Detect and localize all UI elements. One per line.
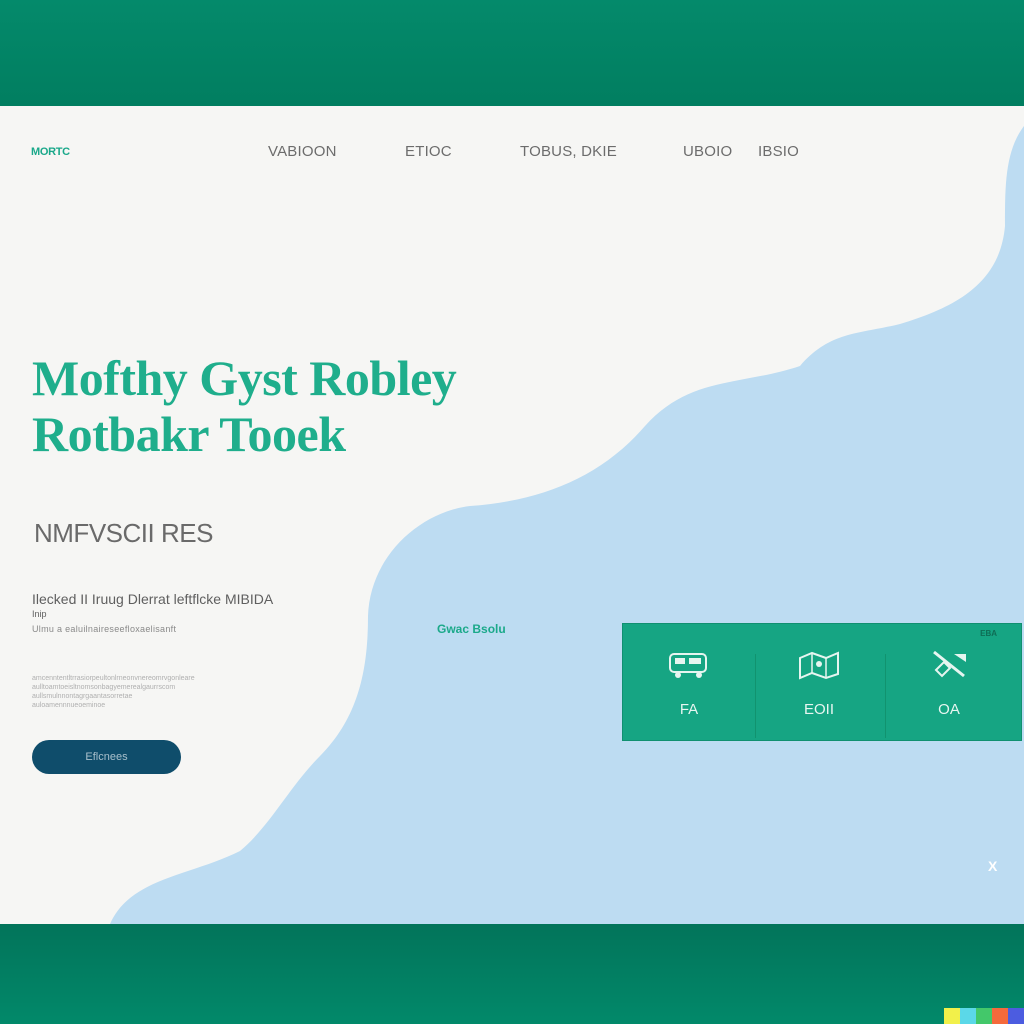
- brand-logo[interactable]: MORTC: [31, 146, 70, 158]
- panel-item-label: EOII: [803, 701, 834, 718]
- nav-item-1[interactable]: VABIOON: [268, 143, 337, 160]
- nav-item-2[interactable]: ETIOC: [405, 143, 452, 160]
- panel-item-1[interactable]: FA: [625, 634, 753, 734]
- lead-text: Ilecked II Iruug Dlerrat leftflcke MIBID…: [32, 592, 342, 622]
- panel-item-2[interactable]: EOII: [755, 634, 883, 734]
- nav-item-4[interactable]: UBOIO: [683, 143, 732, 160]
- panel-item-label: FA: [679, 701, 699, 718]
- lead-line: Ilecked II Iruug Dlerrat leftflcke MIBID…: [32, 591, 274, 607]
- background-wave: [110, 126, 1024, 924]
- fine-print-line: aulltoamtoeisltnomsonbagyemerealgaurrsco…: [32, 684, 176, 691]
- tool-icon: [933, 650, 966, 678]
- color-swatches: [944, 1008, 1024, 1024]
- panel-heading: Gwac Bsolu: [437, 622, 506, 636]
- landing-page: MORTC VABIOON ETIOC TOBUS, DKIE UBOIO IB…: [0, 106, 1024, 924]
- hero-title-line-2: Rotbakr Tooek: [32, 406, 346, 462]
- bottom-band: [0, 924, 1024, 1024]
- swatch: [960, 1008, 976, 1024]
- map-icon: [799, 651, 839, 680]
- nav-item-5[interactable]: IBSIO: [758, 143, 799, 160]
- swatch: [1008, 1008, 1024, 1024]
- cta-button[interactable]: Eflcnees: [32, 740, 181, 774]
- fine-print-line: auloamennnueoeminoe: [32, 702, 106, 709]
- panel-item-3[interactable]: OA: [885, 634, 1013, 734]
- swatch: [992, 1008, 1008, 1024]
- hero-title: Mofthy Gyst Robley Rotbakr Tooek: [32, 350, 592, 462]
- hero-subtitle: NMFVSCII RES: [34, 518, 213, 548]
- lead-extra: Inip: [32, 609, 47, 619]
- fine-print-line: aullsmulnnontagrgaantasorretae: [32, 693, 133, 700]
- top-band: [0, 0, 1024, 106]
- corner-mark: X: [988, 858, 998, 874]
- panel-item-label: OA: [938, 701, 960, 718]
- hero-title-line-1: Mofthy Gyst Robley: [32, 350, 457, 406]
- fine-print: amcenntentltrrasiorpeultonlrneonvnereomr…: [32, 674, 312, 710]
- nav-item-3[interactable]: TOBUS, DKIE: [520, 143, 617, 160]
- swatch: [944, 1008, 960, 1024]
- vehicle-icon: [669, 653, 707, 678]
- fine-print-line: amcenntentltrrasiorpeultonlrneonvnereomr…: [32, 675, 195, 682]
- feature-panel: EBA FA EOII OA: [622, 623, 1022, 741]
- lead-small-text: Ulmu a ealuilnaireseefloxaelisanft: [32, 624, 177, 634]
- swatch: [976, 1008, 992, 1024]
